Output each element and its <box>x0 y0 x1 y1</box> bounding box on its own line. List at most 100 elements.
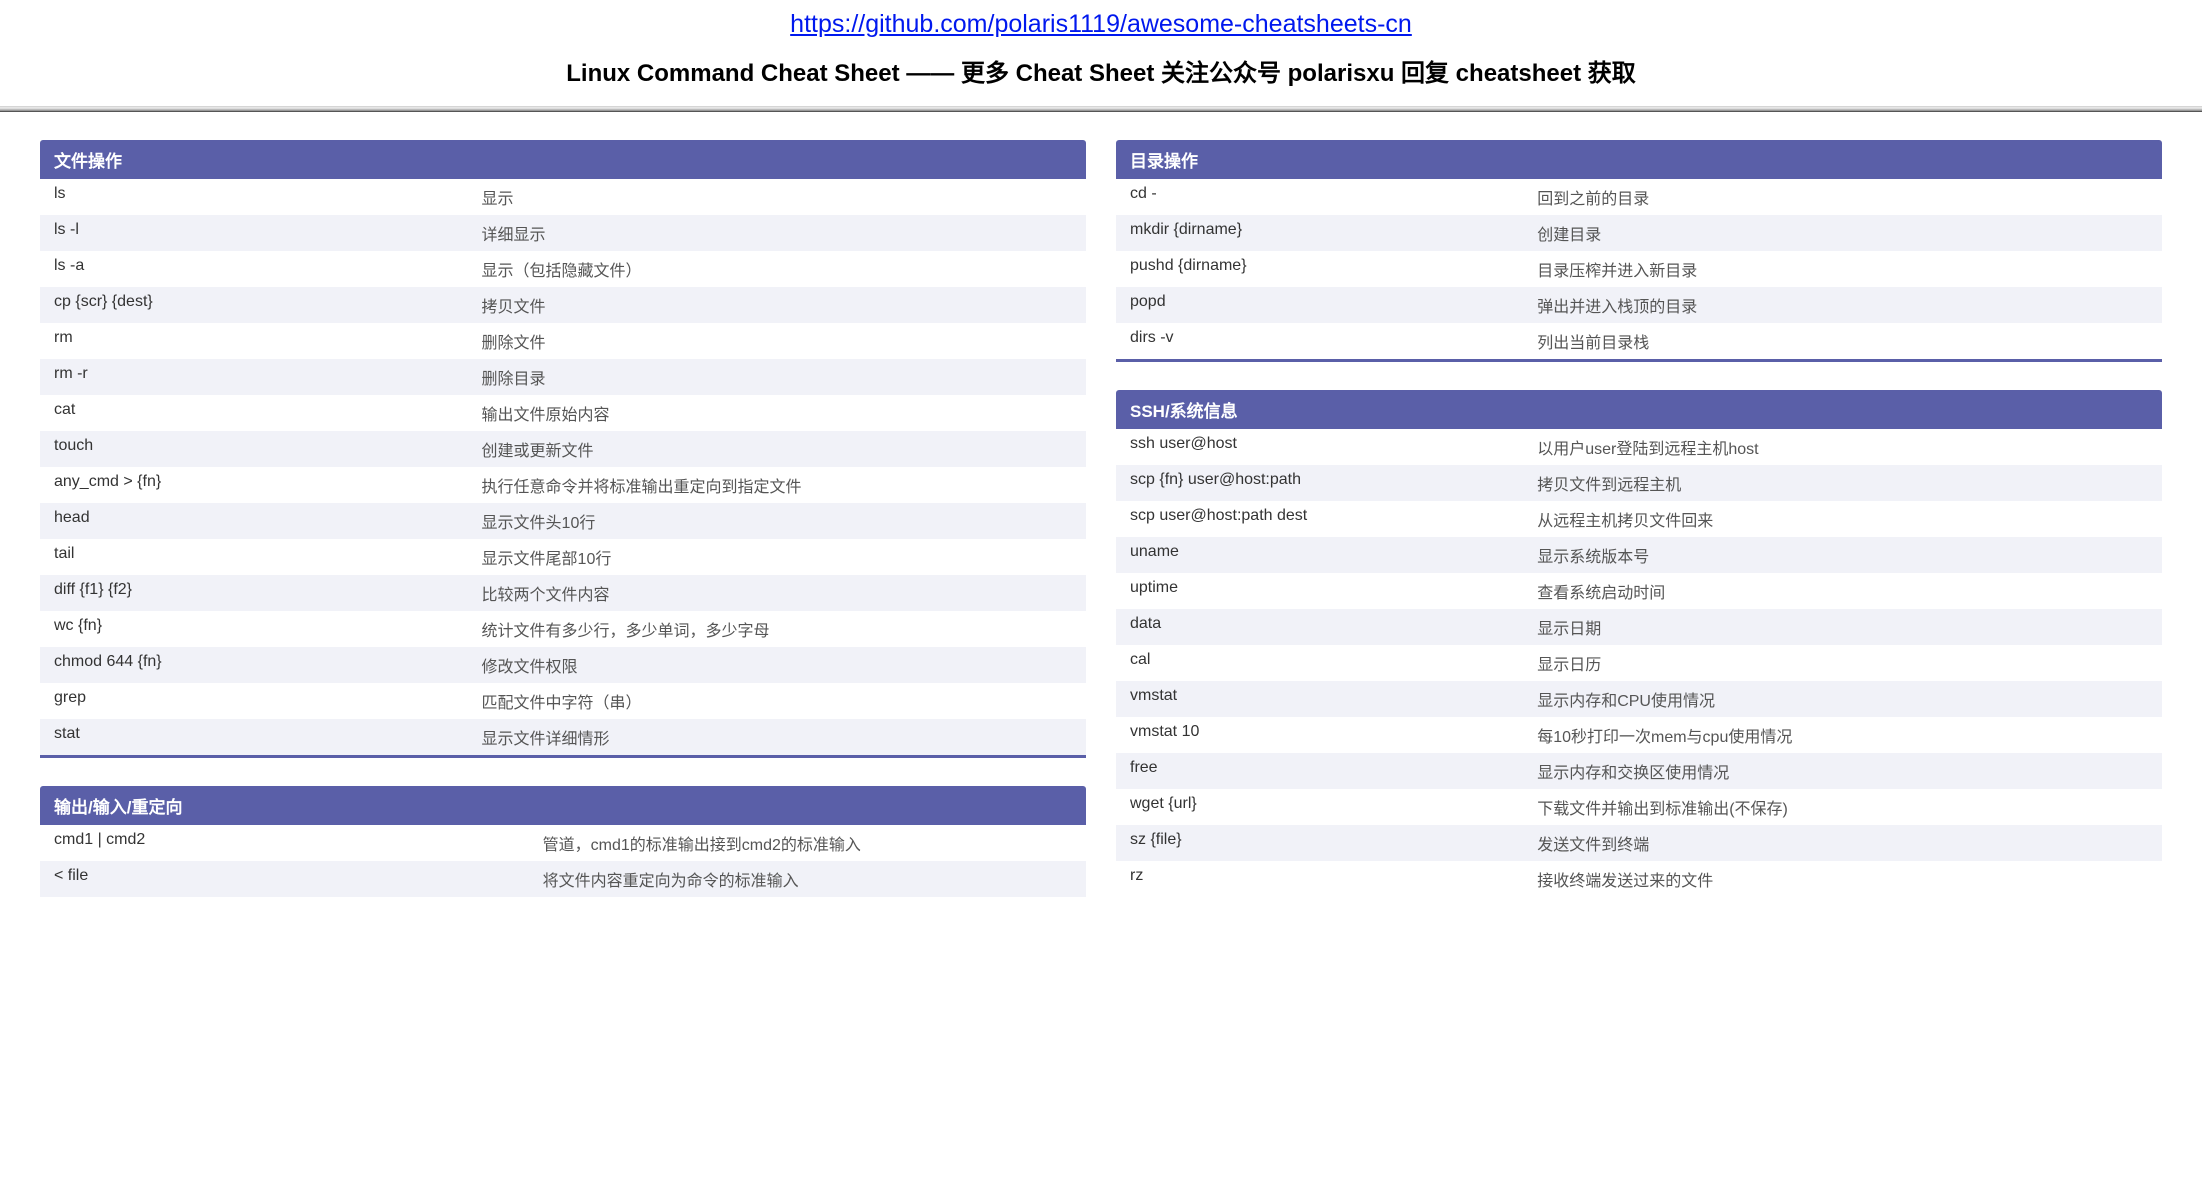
command-cell: dirs -v <box>1130 329 1537 353</box>
table-row: sz {file}发送文件到终端 <box>1116 825 2162 861</box>
command-cell: ls -l <box>54 221 482 245</box>
command-cell: sz {file} <box>1130 831 1537 855</box>
command-cell: free <box>1130 759 1537 783</box>
table-row: chmod 644 {fn}修改文件权限 <box>40 647 1086 683</box>
description-cell: 弹出并进入栈顶的目录 <box>1537 293 2148 317</box>
table-row: grep匹配文件中字符（串） <box>40 683 1086 719</box>
description-cell: 每10秒打印一次mem与cpu使用情况 <box>1537 723 2148 747</box>
command-cell: vmstat 10 <box>1130 723 1537 747</box>
section-header: 目录操作 <box>1116 140 2162 179</box>
page-subtitle: Linux Command Cheat Sheet —— 更多 Cheat Sh… <box>0 53 2202 88</box>
command-cell: ssh user@host <box>1130 435 1537 459</box>
section: 文件操作ls显示ls -l详细显示ls -a显示（包括隐藏文件）cp {scr}… <box>40 140 1086 758</box>
command-cell: pushd {dirname} <box>1130 257 1537 281</box>
section: 输出/输入/重定向cmd1 | cmd2管道，cmd1的标准输出接到cmd2的标… <box>40 786 1086 897</box>
description-cell: 拷贝文件到远程主机 <box>1537 471 2148 495</box>
command-cell: ls -a <box>54 257 482 281</box>
command-cell: uptime <box>1130 579 1537 603</box>
table-row: scp user@host:path dest从远程主机拷贝文件回来 <box>1116 501 2162 537</box>
table-row: ls显示 <box>40 179 1086 215</box>
description-cell: 显示内存和交换区使用情况 <box>1537 759 2148 783</box>
command-cell: cat <box>54 401 482 425</box>
description-cell: 显示文件详细情形 <box>482 725 1072 749</box>
description-cell: 删除文件 <box>482 329 1072 353</box>
description-cell: 显示文件头10行 <box>482 509 1072 533</box>
table-row: any_cmd > {fn}执行任意命令并将标准输出重定向到指定文件 <box>40 467 1086 503</box>
command-cell: < file <box>54 867 543 891</box>
command-cell: rz <box>1130 867 1537 891</box>
command-cell: wget {url} <box>1130 795 1537 819</box>
description-cell: 目录压榨并进入新目录 <box>1537 257 2148 281</box>
description-cell: 列出当前目录栈 <box>1537 329 2148 353</box>
command-cell: any_cmd > {fn} <box>54 473 482 497</box>
table-row: dirs -v列出当前目录栈 <box>1116 323 2162 359</box>
table-row: wc {fn}统计文件有多少行，多少单词，多少字母 <box>40 611 1086 647</box>
table-row: vmstat显示内存和CPU使用情况 <box>1116 681 2162 717</box>
description-cell: 显示文件尾部10行 <box>482 545 1072 569</box>
table-row: rm删除文件 <box>40 323 1086 359</box>
page-header: https://github.com/polaris1119/awesome-c… <box>0 0 2202 106</box>
section: SSH/系统信息ssh user@host以用户user登陆到远程主机hosts… <box>1116 390 2162 897</box>
section-rows: ls显示ls -l详细显示ls -a显示（包括隐藏文件）cp {scr} {de… <box>40 179 1086 758</box>
section-rows: cd -回到之前的目录mkdir {dirname}创建目录 pushd {dir… <box>1116 179 2162 362</box>
command-cell: popd <box>1130 293 1537 317</box>
table-row: cd -回到之前的目录 <box>1116 179 2162 215</box>
right-column: 目录操作cd -回到之前的目录mkdir {dirname}创建目录 pushd … <box>1116 140 2162 925</box>
section: 目录操作cd -回到之前的目录mkdir {dirname}创建目录 pushd … <box>1116 140 2162 362</box>
command-cell: grep <box>54 689 482 713</box>
description-cell: 发送文件到终端 <box>1537 831 2148 855</box>
description-cell: 显示（包括隐藏文件） <box>482 257 1072 281</box>
command-cell: diff {f1} {f2} <box>54 581 482 605</box>
command-cell: stat <box>54 725 482 749</box>
command-cell: rm <box>54 329 482 353</box>
table-row: tail显示文件尾部10行 <box>40 539 1086 575</box>
command-cell: cal <box>1130 651 1537 675</box>
table-row: touch创建或更新文件 <box>40 431 1086 467</box>
table-row: ls -a显示（包括隐藏文件） <box>40 251 1086 287</box>
command-cell: scp {fn} user@host:path <box>1130 471 1537 495</box>
description-cell: 拷贝文件 <box>482 293 1072 317</box>
table-row: data显示日期 <box>1116 609 2162 645</box>
command-cell: chmod 644 {fn} <box>54 653 482 677</box>
description-cell: 创建或更新文件 <box>482 437 1072 461</box>
table-row: head显示文件头10行 <box>40 503 1086 539</box>
description-cell: 将文件内容重定向为命令的标准输入 <box>543 867 1072 891</box>
repo-link[interactable]: https://github.com/polaris1119/awesome-c… <box>790 10 1412 38</box>
section-header: 输出/输入/重定向 <box>40 786 1086 825</box>
table-row: scp {fn} user@host:path拷贝文件到远程主机 <box>1116 465 2162 501</box>
table-row: ssh user@host以用户user登陆到远程主机host <box>1116 429 2162 465</box>
table-row: rz接收终端发送过来的文件 <box>1116 861 2162 897</box>
table-row: cat输出文件原始内容 <box>40 395 1086 431</box>
table-row: cmd1 | cmd2管道，cmd1的标准输出接到cmd2的标准输入 <box>40 825 1086 861</box>
command-cell: tail <box>54 545 482 569</box>
table-row: ls -l详细显示 <box>40 215 1086 251</box>
description-cell: 修改文件权限 <box>482 653 1072 677</box>
description-cell: 显示日历 <box>1537 651 2148 675</box>
main-container: 文件操作ls显示ls -l详细显示ls -a显示（包括隐藏文件）cp {scr}… <box>0 112 2202 945</box>
command-cell: head <box>54 509 482 533</box>
description-cell: 下载文件并输出到标准输出(不保存) <box>1537 795 2148 819</box>
description-cell: 查看系统启动时间 <box>1537 579 2148 603</box>
description-cell: 显示 <box>482 185 1072 209</box>
command-cell: mkdir {dirname} <box>1130 221 1537 245</box>
command-cell: uname <box>1130 543 1537 567</box>
command-cell: touch <box>54 437 482 461</box>
command-cell: vmstat <box>1130 687 1537 711</box>
description-cell: 从远程主机拷贝文件回来 <box>1537 507 2148 531</box>
command-cell: wc {fn} <box>54 617 482 641</box>
command-cell: rm -r <box>54 365 482 389</box>
table-row: rm -r删除目录 <box>40 359 1086 395</box>
description-cell: 详细显示 <box>482 221 1072 245</box>
section-header: 文件操作 <box>40 140 1086 179</box>
description-cell: 比较两个文件内容 <box>482 581 1072 605</box>
left-column: 文件操作ls显示ls -l详细显示ls -a显示（包括隐藏文件）cp {scr}… <box>40 140 1086 925</box>
description-cell: 删除目录 <box>482 365 1072 389</box>
command-cell: ls <box>54 185 482 209</box>
section-header: SSH/系统信息 <box>1116 390 2162 429</box>
description-cell: 显示内存和CPU使用情况 <box>1537 687 2148 711</box>
table-row: < file将文件内容重定向为命令的标准输入 <box>40 861 1086 897</box>
description-cell: 输出文件原始内容 <box>482 401 1072 425</box>
table-row: mkdir {dirname}创建目录 <box>1116 215 2162 251</box>
section-rows: cmd1 | cmd2管道，cmd1的标准输出接到cmd2的标准输入< file… <box>40 825 1086 897</box>
description-cell: 匹配文件中字符（串） <box>482 689 1072 713</box>
